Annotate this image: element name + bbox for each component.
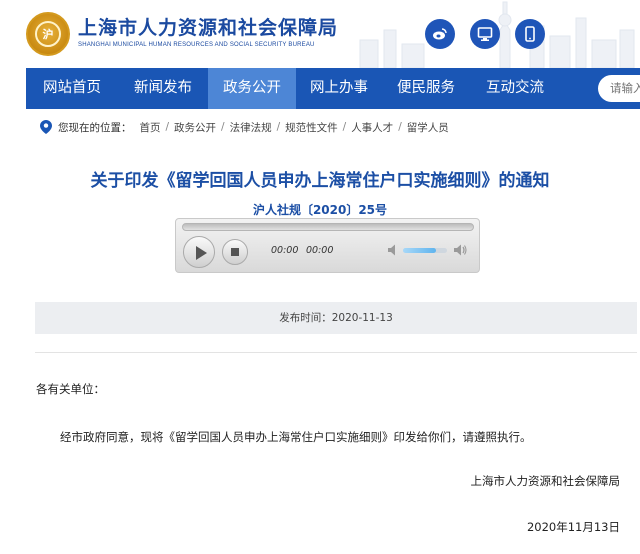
divider [35,352,637,353]
volume-slider[interactable] [403,248,447,253]
breadcrumb-item-home[interactable]: 首页 [140,120,161,135]
duration-time: 00:00 [306,245,334,256]
volume-down-icon[interactable] [387,243,401,257]
breadcrumb-separator: / [398,121,402,133]
breadcrumb-separator: / [221,121,225,133]
breadcrumb-item-government-affairs[interactable]: 政务公开 [174,120,216,135]
bureau-logo[interactable]: 沪 [26,12,70,56]
audio-progress-bar[interactable] [182,223,474,231]
nav-item-interaction[interactable]: 互动交流 [470,68,560,109]
site-header: 沪 上海市人力资源和社会保障局 SHANGHAI MUNICIPAL HUMAN… [0,0,640,68]
site-title: 上海市人力资源和社会保障局 [78,17,339,39]
nav-item-government-affairs[interactable]: 政务公开 [208,68,296,109]
document-number: 沪人社规〔2020〕25号 [252,203,388,217]
breadcrumb-item-personnel[interactable]: 人事人才 [351,120,393,135]
breadcrumb-item-laws[interactable]: 法律法规 [230,120,272,135]
play-button[interactable] [183,236,215,268]
location-pin-icon [40,120,52,134]
breadcrumb-item-overseas-returnees[interactable]: 留学人员 [407,120,449,135]
breadcrumb-lead: 您现在的位置： [58,121,132,134]
nav-item-online-services[interactable]: 网上办事 [296,68,382,109]
breadcrumb: 您现在的位置： 首页 / 政务公开 / 法律法规 / 规范性文件 / 人事人才 … [40,119,449,135]
current-time: 00:00 [271,245,299,256]
breadcrumb-item-normative-documents[interactable]: 规范性文件 [285,120,338,135]
mobile-icon[interactable] [515,19,545,49]
nav-bar: 网站首页 新闻发布 政务公开 网上办事 便民服务 互动交流 [26,68,640,109]
nav-item-home[interactable]: 网站首页 [26,68,118,109]
audio-player: 00:00 00:00 [175,218,480,273]
nav-item-news[interactable]: 新闻发布 [118,68,208,109]
stop-button[interactable] [222,239,248,265]
article-title: 关于印发《留学回国人员申办上海常住户口实施细则》的通知 [90,171,550,191]
nav-item-public-services[interactable]: 便民服务 [382,68,470,109]
site-subtitle: SHANGHAI MUNICIPAL HUMAN RESOURCES AND S… [78,42,315,48]
breadcrumb-separator: / [342,121,347,133]
article-signature: 上海市人力资源和社会保障局 [470,474,621,488]
breadcrumb-separator: / [276,121,281,133]
article-paragraph: 经市政府同意，现将《留学回国人员申办上海常住户口实施细则》印发给你们，请遵照执行… [60,430,532,444]
weibo-icon[interactable] [425,19,455,49]
volume-up-icon[interactable] [453,243,467,257]
search-input[interactable] [598,75,640,102]
article-date: 2020年11月13日 [526,520,620,534]
breadcrumb-separator: / [165,121,170,133]
main-nav: 网站首页 新闻发布 政务公开 网上办事 便民服务 互动交流 [0,68,640,109]
desktop-icon[interactable] [470,19,500,49]
publish-date: 发布时间：2020-11-13 [35,302,637,334]
article-salutation: 各有关单位： [36,382,105,396]
volume-level [403,248,436,253]
